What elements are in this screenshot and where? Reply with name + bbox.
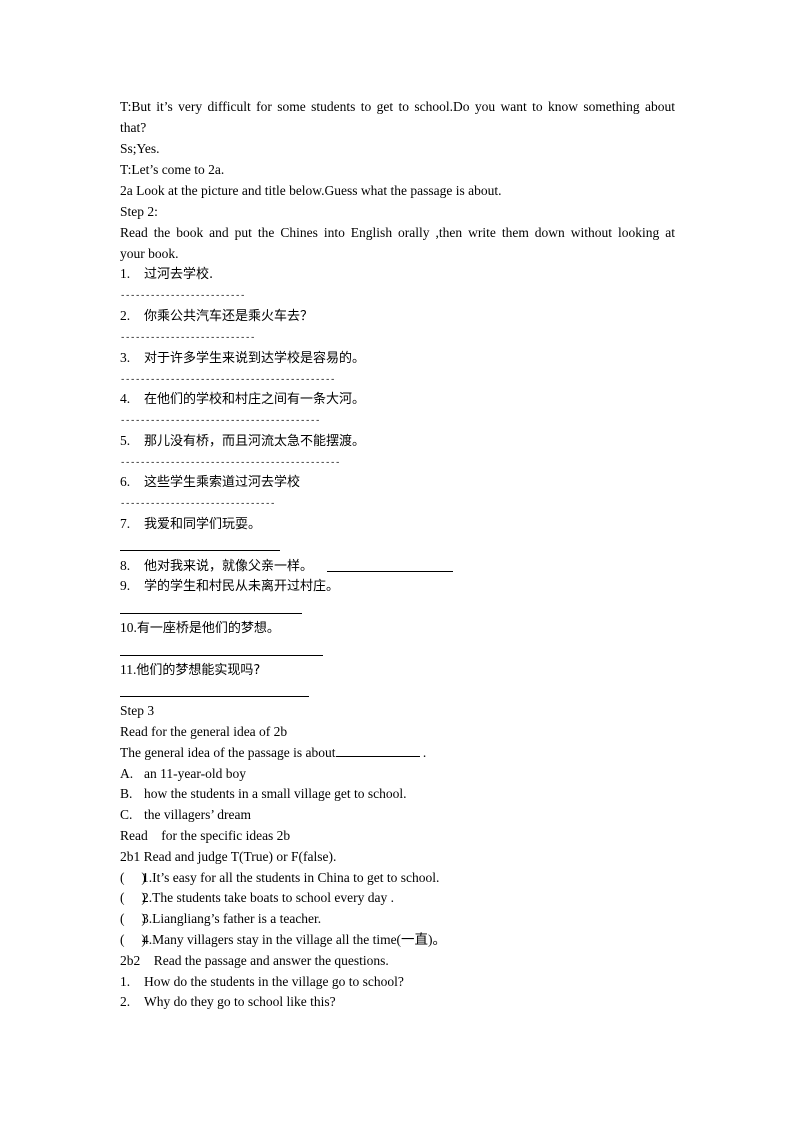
tf-text: 2.The students take boats to school ever… <box>142 890 394 905</box>
item-text: 对于许多学生来说到达学校是容易的。 <box>144 351 366 366</box>
answer-dashes-2[interactable]: --------------------------- <box>120 329 255 347</box>
question-text: How do the students in the village go to… <box>144 974 404 989</box>
option-text: how the students in a small village get … <box>144 786 407 801</box>
question-1: 1. How do the students in the village go … <box>120 973 404 991</box>
translation-item-8: 8. 他对我来说，就像父亲一样。 <box>120 557 313 576</box>
question-end: . <box>419 745 427 760</box>
item-text: 他对我来说，就像父亲一样。 <box>144 559 314 574</box>
item-text: 学的学生和村民从未离开过村庄。 <box>144 579 340 594</box>
answer-dashes-6[interactable]: ------------------------------- <box>120 495 275 513</box>
question-number: 2. <box>120 994 131 1009</box>
intro-line-2: Ss;Yes. <box>120 141 160 156</box>
tf-text: 3.Liangliang’s father is a teacher. <box>142 911 322 926</box>
tf-item-1: ( )1.It’s easy for all the students in C… <box>120 869 439 887</box>
option-label: B. <box>120 786 133 801</box>
step2-heading: Step 2: <box>120 204 158 219</box>
option-text: the villagers’ dream <box>144 807 251 822</box>
item-number: 9. <box>120 578 131 593</box>
translation-item-9: 9. 学的学生和村民从未离开过村庄。 <box>120 577 339 596</box>
step3-heading: Step 3 <box>120 703 155 718</box>
item-text: 我爱和同学们玩耍。 <box>144 517 262 532</box>
item-text: 你乘公共汽车还是乘火车去？ <box>144 309 314 324</box>
option-b[interactable]: B. how the students in a small village ge… <box>120 785 406 803</box>
translation-item-4: 4. 在他们的学校和村庄之间有一条大河。 <box>120 390 365 409</box>
general-idea-question: The general idea of the passage is about… <box>120 744 426 762</box>
item-number: 5. <box>120 433 131 448</box>
item-number: 3. <box>120 350 131 365</box>
option-c[interactable]: C. the villagers’ dream <box>120 806 251 824</box>
tf-item-4: ( )4.Many villagers stay in the village … <box>120 931 446 949</box>
translation-item-3: 3. 对于许多学生来说到达学校是容易的。 <box>120 349 365 368</box>
intro-line-4: 2a Look at the picture and title below.G… <box>120 183 502 198</box>
item-number: 10. <box>120 620 137 635</box>
translation-item-2: 2. 你乘公共汽车还是乘火车去？ <box>120 307 313 326</box>
step2-instruction: Read the book and put the Chines into En… <box>120 225 675 240</box>
question-2: 2. Why do they go to school like this? <box>120 993 336 1011</box>
answer-parens[interactable]: ( ) <box>120 889 146 907</box>
answer-dashes-4[interactable]: ---------------------------------------- <box>120 412 320 430</box>
tf-text: 1.It’s easy for all the students in Chin… <box>142 870 440 885</box>
item-text: 有一座桥是他们的梦想。 <box>136 621 280 636</box>
option-label: C. <box>120 807 133 822</box>
answer-parens[interactable]: ( ) <box>120 910 146 928</box>
qa-heading: 2b2 Read the passage and answer the ques… <box>120 953 389 968</box>
item-number: 1. <box>120 266 131 281</box>
item-number: 11. <box>120 662 137 677</box>
question-number: 1. <box>120 974 131 989</box>
answer-parens[interactable]: ( ) <box>120 869 146 887</box>
translation-item-1: 1. 过河去学校. <box>120 265 213 284</box>
option-text: an 11-year-old boy <box>144 766 246 781</box>
answer-parens[interactable]: ( ) <box>120 931 146 949</box>
translation-item-5: 5. 那儿没有桥，而且河流太急不能摆渡。 <box>120 432 365 451</box>
question-text: The general idea of the passage is about <box>120 745 336 760</box>
intro-line-3: T:Let’s come to 2a. <box>120 162 225 177</box>
translation-item-7: 7. 我爱和同学们玩耍。 <box>120 515 261 534</box>
item-number: 4. <box>120 391 131 406</box>
true-false-heading: 2b1 Read and judge T(True) or F(false). <box>120 849 337 864</box>
tf-item-2: ( )2.The students take boats to school e… <box>120 889 394 907</box>
answer-dashes-3[interactable]: ----------------------------------------… <box>120 371 335 389</box>
tf-item-3: ( )3.Liangliang’s father is a teacher. <box>120 910 321 928</box>
answer-dashes-1[interactable]: ------------------------- <box>120 287 245 305</box>
option-label: A. <box>120 766 134 781</box>
item-number: 2. <box>120 308 131 323</box>
specific-ideas-heading: Read for the specific ideas 2b <box>120 828 291 843</box>
answer-dashes-5[interactable]: ----------------------------------------… <box>120 454 340 472</box>
answer-blank[interactable] <box>335 744 420 757</box>
item-number: 8. <box>120 558 131 573</box>
step2-instruction-cont: your book. <box>120 246 179 261</box>
item-text: 这些学生乘索道过河去学校 <box>144 475 301 490</box>
item-text: 那儿没有桥，而且河流太急不能摆渡。 <box>144 434 366 449</box>
item-text: 过河去学校. <box>144 267 214 282</box>
item-text: 在他们的学校和村庄之间有一条大河。 <box>144 392 366 407</box>
translation-item-11: 11.他们的梦想能实现吗? <box>120 661 260 680</box>
translation-item-6: 6. 这些学生乘索道过河去学校 <box>120 473 300 492</box>
item-text: 他们的梦想能实现吗? <box>136 663 261 678</box>
translation-item-10: 10.有一座桥是他们的梦想。 <box>120 619 280 638</box>
general-idea-heading: Read for the general idea of 2b <box>120 724 288 739</box>
intro-line-1-cont: that? <box>120 120 147 135</box>
question-text: Why do they go to school like this? <box>144 994 336 1009</box>
item-number: 7. <box>120 516 131 531</box>
answer-line-11[interactable] <box>120 696 309 697</box>
answer-line-10[interactable] <box>120 655 323 656</box>
option-a[interactable]: A. an 11-year-old boy <box>120 765 246 783</box>
answer-line-7[interactable] <box>120 550 280 551</box>
intro-line-1: T:But it’s very difficult for some stude… <box>120 99 675 114</box>
document-page: T:But it’s very difficult for some stude… <box>0 0 794 1123</box>
tf-text: 4.Many villagers stay in the village all… <box>142 932 447 947</box>
item-number: 6. <box>120 474 131 489</box>
answer-line-9[interactable] <box>120 613 302 614</box>
answer-line-8[interactable] <box>327 571 453 572</box>
